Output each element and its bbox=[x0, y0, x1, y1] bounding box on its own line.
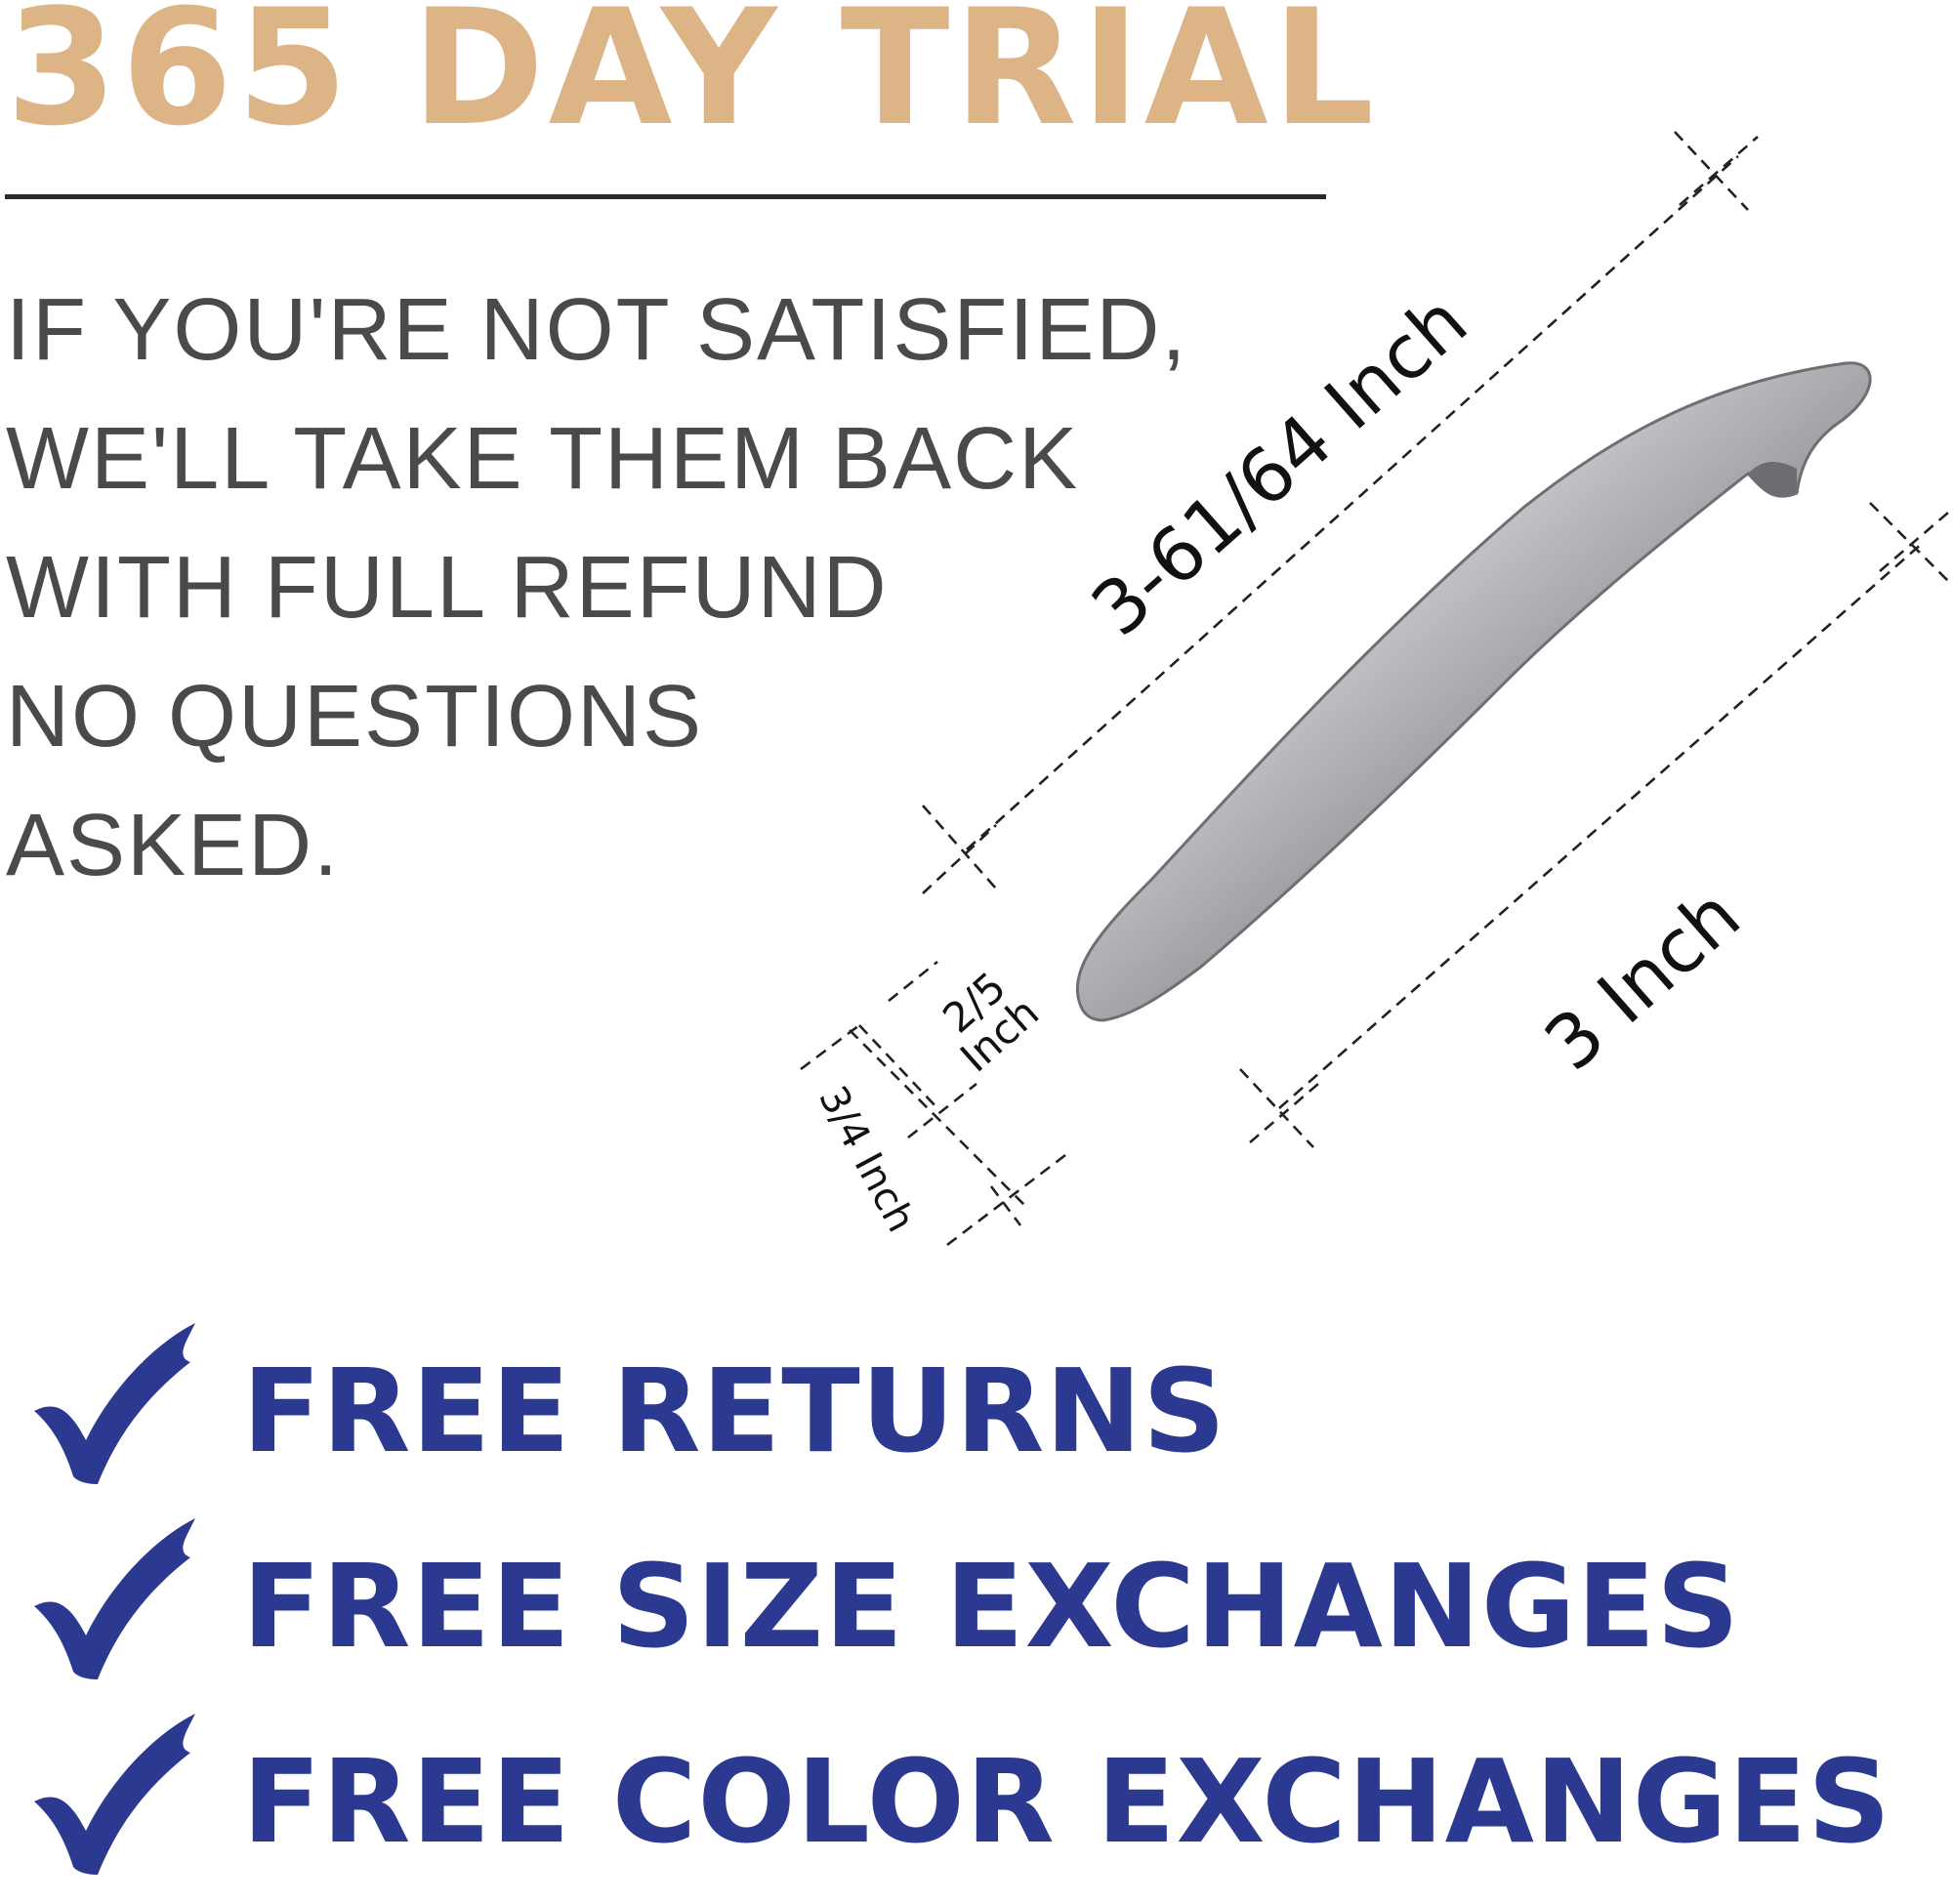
product-illustration: 3-61/64 Inch 3 Inch 2/5 Inch 3/4 Inch bbox=[781, 117, 1953, 1269]
hole-spacing-label: 3 Inch bbox=[1528, 871, 1757, 1087]
checkmark-icon bbox=[34, 1323, 195, 1484]
checkmark-icon bbox=[34, 1518, 195, 1679]
benefit-label: FREE COLOR EXCHANGES bbox=[242, 1734, 1892, 1869]
benefit-item-returns: FREE RETURNS bbox=[29, 1318, 1885, 1513]
height-label: 3/4 Inch bbox=[810, 1079, 923, 1239]
benefit-label: FREE SIZE EXCHANGES bbox=[242, 1539, 1741, 1674]
checkmark-icon bbox=[34, 1714, 195, 1875]
handle-dimension-diagram: 3-61/64 Inch 3 Inch 2/5 Inch 3/4 Inch bbox=[800, 131, 1949, 1247]
benefit-item-size-exchanges: FREE SIZE EXCHANGES bbox=[29, 1513, 1885, 1709]
benefit-label: FREE RETURNS bbox=[242, 1344, 1227, 1478]
benefits-list: FREE RETURNS FREE SIZE EXCHANGES FREE CO… bbox=[29, 1318, 1891, 1904]
cabinet-handle bbox=[1075, 361, 1872, 1022]
length-label: 3-61/64 Inch bbox=[1075, 277, 1483, 652]
benefit-item-color-exchanges: FREE COLOR EXCHANGES bbox=[29, 1709, 1891, 1904]
